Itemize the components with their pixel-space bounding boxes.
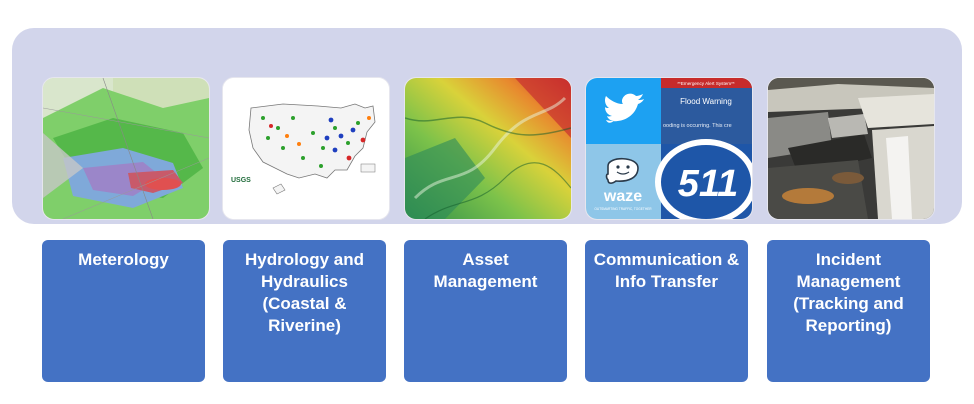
asset-management-label-line-2: Management bbox=[433, 272, 538, 291]
incident-management-label-line-3: (Tracking and bbox=[793, 294, 904, 313]
hydrology-label-box: Hydrology and Hydraulics (Coastal & Rive… bbox=[223, 240, 386, 382]
incident-management-label-line-4: Reporting) bbox=[805, 316, 892, 335]
meteorology-label-box: Meterology bbox=[42, 240, 205, 382]
asset-management-label-line-1: Asset bbox=[462, 250, 509, 269]
waze-logo-text: waze bbox=[603, 188, 642, 205]
us-streamflow-map-image: USGS bbox=[222, 77, 390, 220]
511-logo: 511 bbox=[678, 163, 739, 205]
communication-apps-collage-image: **Emergency Alert System** Flood Warning… bbox=[585, 77, 753, 220]
incident-management-label-box: Incident Management (Tracking and Report… bbox=[767, 240, 930, 382]
hydrology-label-line-4: Riverine) bbox=[268, 316, 341, 335]
alert-body-text: ooding is occurring. This cre bbox=[663, 123, 732, 129]
terrain-elevation-map-image bbox=[404, 77, 572, 220]
communication-label-line-2: Info Transfer bbox=[615, 272, 718, 291]
meteorology-label: Meterology bbox=[78, 250, 169, 269]
alert-header-text: **Emergency Alert System** bbox=[677, 81, 735, 86]
flood-warning-title: Flood Warning bbox=[680, 97, 732, 106]
weather-radar-map-image bbox=[42, 77, 210, 220]
hydrology-label-line-2: Hydraulics bbox=[261, 272, 348, 291]
communication-label-box: Communication & Info Transfer bbox=[585, 240, 748, 382]
asset-management-label-box: Asset Management bbox=[404, 240, 567, 382]
waze-tagline: OUTSMARTING TRAFFIC, TOGETHER bbox=[594, 207, 652, 211]
hydrology-label-line-1: Hydrology and bbox=[244, 250, 364, 269]
incident-management-label-line-1: Incident bbox=[815, 250, 882, 269]
waterfall-photo-image bbox=[767, 77, 935, 220]
communication-label-line-1: Communication & bbox=[593, 250, 740, 269]
usgs-logo: USGS bbox=[231, 177, 251, 184]
incident-management-label-line-2: Management bbox=[796, 272, 901, 291]
hydrology-label-line-3: (Coastal & bbox=[262, 294, 347, 313]
